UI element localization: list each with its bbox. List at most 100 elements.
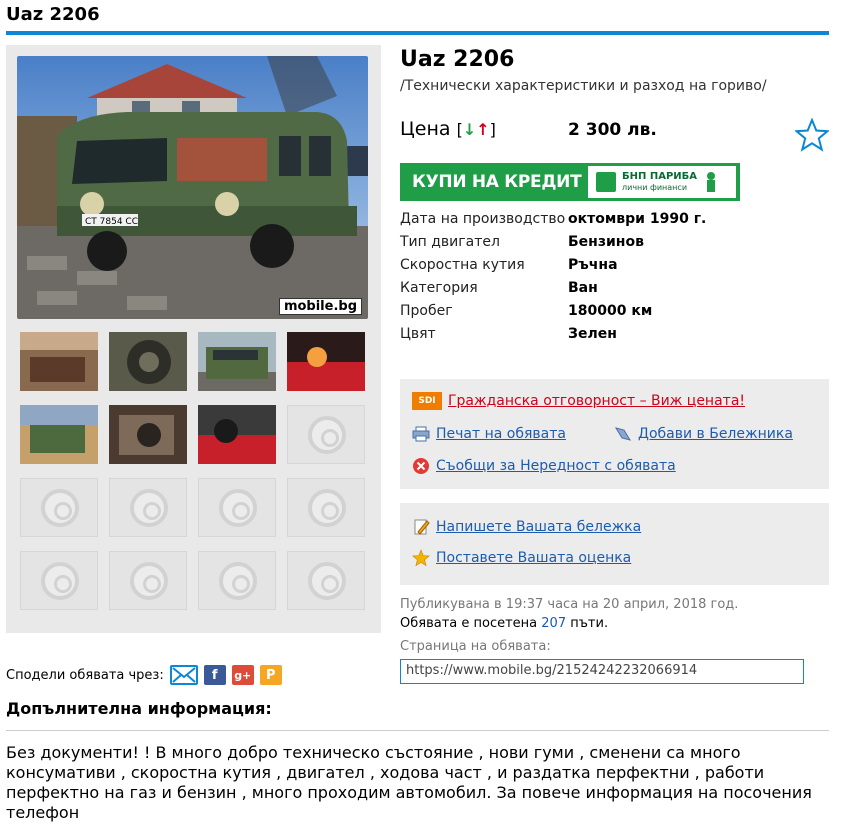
visit-count: Обявата е посетена 207 пъти. [400,616,608,631]
thumbnail-placeholder [198,551,276,610]
spec-key: Цвят [400,325,436,342]
thumbnail[interactable] [20,405,98,464]
spec-key: Дата на производство [400,210,566,227]
odnoklassniki-icon[interactable]: P [259,665,282,685]
camera-placeholder-icon [41,562,79,600]
spec-value: Ван [568,279,598,296]
tech-specs-link[interactable]: /Технически характеристики и разход на г… [400,78,767,94]
spec-key: Скоростна кутия [400,256,525,273]
thumbnail-placeholder [109,551,187,610]
thumbnail-placeholder [20,551,98,610]
print-row: Печат на обявата [412,425,566,443]
spec-key: Категория [400,279,478,296]
photo-gallery: CT 7854 CC mobile.bg [6,45,381,633]
spec-value: 180000 км [568,302,653,319]
camera-placeholder-icon [308,416,346,454]
insurance-link[interactable]: Гражданска отговорност – Виж цената! [448,393,745,409]
thumbnail[interactable] [198,405,276,464]
svg-text:CT 7854 CC: CT 7854 CC [85,217,138,227]
note-row: Напишете Вашата бележка [412,518,641,536]
rating-star-icon [412,549,430,567]
camera-placeholder-icon [308,562,346,600]
page-title: Uaz 2206 [6,4,100,25]
spec-value: октомври 1990 г. [568,210,707,227]
thumbnail[interactable] [198,332,276,391]
bank-name-text: БНП ПАРИБА [622,171,698,182]
printer-icon [412,425,430,443]
report-link[interactable]: Съобщи за Нередност с обявата [436,458,676,474]
thumbnail-placeholder [20,478,98,537]
notebook-row: Добави в Бележника [614,425,793,443]
bank-mascot-icon [707,172,716,192]
divider [6,730,829,731]
share-bar: Сподели обявата чрез: f g+ P [6,665,282,685]
thumbnail-placeholder [198,478,276,537]
main-photo[interactable]: CT 7854 CC mobile.bg [17,56,368,319]
camera-placeholder-icon [219,489,257,527]
camera-placeholder-icon [130,562,168,600]
price-value: 2 300 лв. [568,120,657,140]
extra-info-text: Без документи! ! В много добро техническ… [6,743,812,822]
spec-key: Тип двигател [400,233,500,250]
title-underline [6,31,829,35]
spec-row: Дата на производство октомври 1990 г. [400,207,706,230]
extra-info-title: Допълнителна информация: [6,699,272,718]
report-icon [412,457,430,475]
thumbnail[interactable] [109,405,187,464]
thumbnail-placeholder [287,405,365,464]
actions-panel: SDI Гражданска отговорност – Виж цената!… [400,379,829,489]
thumbnail-placeholder [287,478,365,537]
sdi-badge-icon: SDI [412,392,442,410]
page-url-label: Страница на обявата: [400,639,551,654]
watermark-logo: mobile.bg [278,298,362,315]
spec-row: Скоростна кутия Ръчна [400,253,706,276]
notebook-icon [614,425,632,443]
insurance-row: SDI Гражданска отговорност – Виж цената! [412,392,745,410]
write-note-link[interactable]: Напишете Вашата бележка [436,519,641,535]
camera-placeholder-icon [308,489,346,527]
bank-logo-icon [596,172,616,192]
report-row: Съобщи за Нередност с обявата [412,457,676,475]
camera-placeholder-icon [219,562,257,600]
camera-placeholder-icon [130,489,168,527]
spec-row: Пробег 180000 км [400,299,706,322]
favorite-star-icon[interactable] [795,118,829,152]
published-date: Публикувана в 19:37 часа на 20 април, 20… [400,597,739,612]
credit-banner-text: КУПИ НА КРЕДИТ [412,172,582,192]
bank-name: БНП ПАРИБА лични финанси [622,171,697,193]
add-to-notebook-link[interactable]: Добави в Бележника [638,426,793,442]
visited-suffix: пъти. [570,616,609,631]
bank-subtitle: лични финанси [622,183,688,192]
credit-banner[interactable]: КУПИ НА КРЕДИТ БНП ПАРИБА лични финанси [400,163,740,201]
page-url-field[interactable]: https://www.mobile.bg/21524242232066914 [400,659,804,684]
spec-value: Ръчна [568,256,618,273]
thumbnail[interactable] [287,332,365,391]
visited-count: 207 [541,616,567,631]
spec-row: Цвят Зелен [400,322,706,345]
print-link[interactable]: Печат на обявата [436,426,566,442]
spec-row: Категория Ван [400,276,706,299]
rate-row: Поставете Вашата оценка [412,549,631,567]
spec-value: Зелен [568,325,617,342]
thumbnail[interactable] [109,332,187,391]
email-icon[interactable] [169,665,198,685]
specs-table: Дата на производство октомври 1990 г. Тип… [400,207,706,345]
pencil-icon [412,518,430,536]
camera-placeholder-icon [41,489,79,527]
price-history-icon[interactable]: [↓↑] [457,120,496,139]
thumbnail-placeholder [287,551,365,610]
google-plus-icon[interactable]: g+ [231,665,254,685]
spec-row: Тип двигател Бензинов [400,230,706,253]
spec-value: Бензинов [568,233,644,250]
watermark-text: mobile.bg [283,299,357,314]
visited-prefix: Обявата е посетена [400,616,538,631]
thumbnail[interactable] [20,332,98,391]
price-label-text: Цена [400,118,451,140]
rate-link[interactable]: Поставете Вашата оценка [436,550,631,566]
listing-title: Uaz 2206 [400,47,515,72]
price-label: Цена [↓↑] [400,118,496,140]
facebook-icon[interactable]: f [203,665,226,685]
share-label: Сподели обявата чрез: [6,667,164,683]
thumbnail-placeholder [109,478,187,537]
user-actions-panel: Напишете Вашата бележка Поставете Вашата… [400,503,829,585]
